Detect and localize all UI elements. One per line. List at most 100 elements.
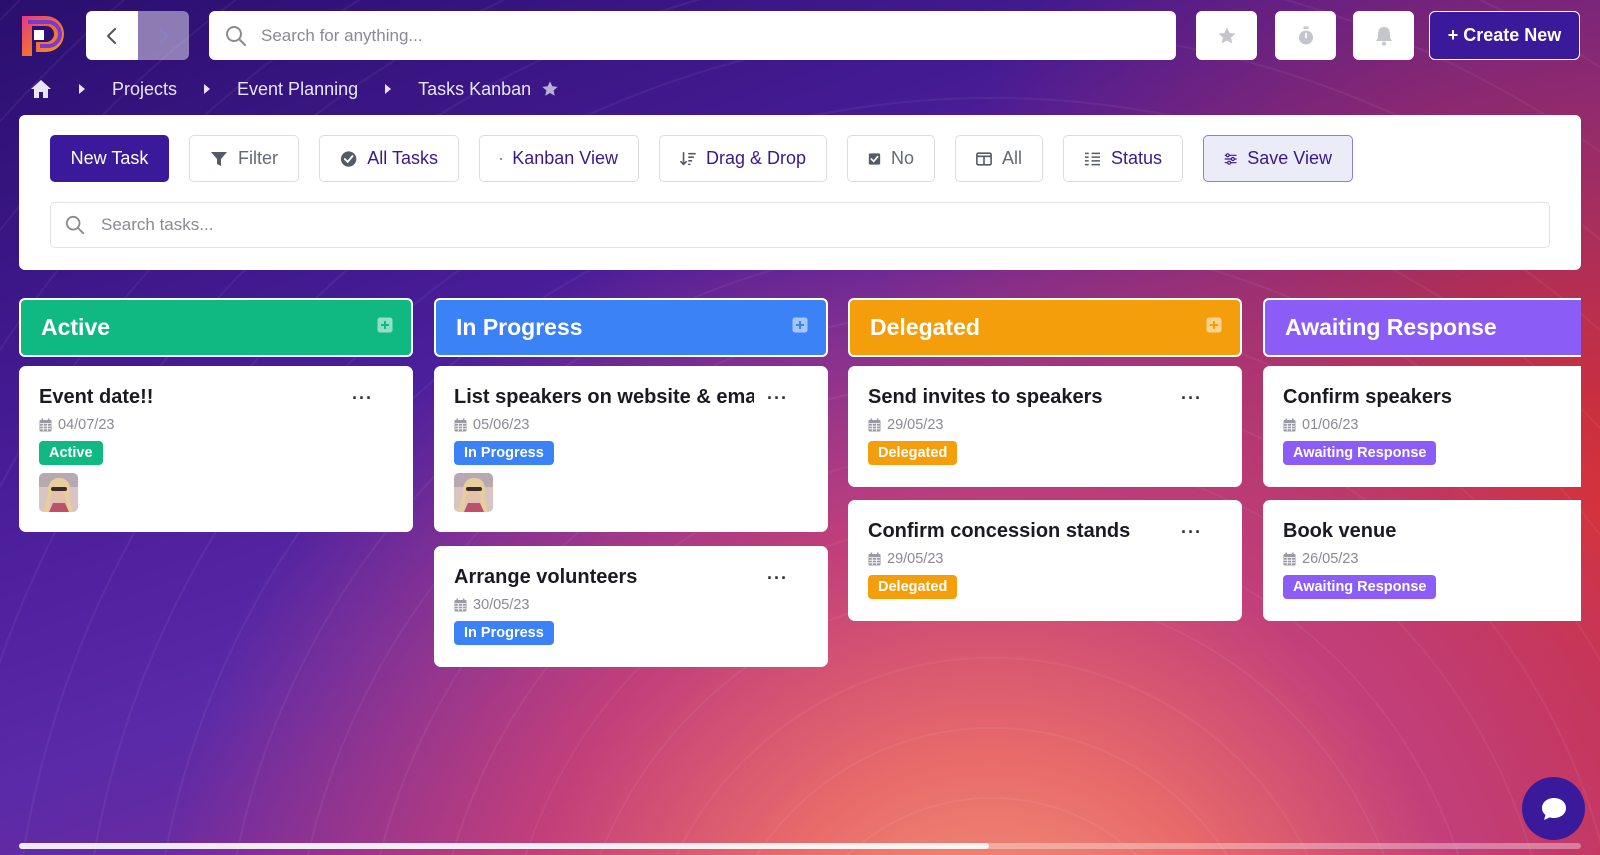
- task-date: 01/06/23: [1283, 417, 1581, 433]
- new-task-button[interactable]: New Task: [50, 135, 169, 182]
- task-date-text: 29/05/23: [887, 551, 944, 567]
- status-badge: Delegated: [868, 575, 958, 599]
- badge-row: Delegated: [868, 567, 1222, 599]
- bell-icon: [1375, 26, 1392, 45]
- no-toggle-label: No: [890, 148, 914, 168]
- checkbox-icon: [868, 152, 881, 165]
- kanban-board: Active Event date!! ··· 04/07/23 Active In Pr…: [19, 298, 1581, 818]
- kanban-view-label: Kanban View: [512, 148, 618, 168]
- save-view-label: Save View: [1247, 148, 1332, 168]
- more-options-icon[interactable]: ···: [1181, 522, 1202, 543]
- history-nav: [86, 11, 189, 60]
- breadcrumb-separator-icon: [78, 83, 86, 95]
- task-card[interactable]: Confirm speakers···01/06/23Awaiting Resp…: [1263, 366, 1581, 487]
- more-options-icon[interactable]: ···: [767, 568, 788, 589]
- task-search-input[interactable]: [101, 215, 1501, 235]
- all-columns-label: All: [1001, 148, 1022, 168]
- horizontal-scrollbar[interactable]: [19, 843, 1581, 849]
- more-options-icon[interactable]: ···: [767, 388, 788, 409]
- task-title[interactable]: List speakers on website & ema: [454, 386, 754, 409]
- drag-drop-button[interactable]: Drag & Drop: [659, 135, 827, 182]
- task-card[interactable]: Arrange volunteers ··· 30/05/23 In Progress: [434, 546, 828, 667]
- status-group-button[interactable]: Status: [1063, 135, 1183, 182]
- task-date-text: 29/05/23: [887, 417, 944, 433]
- task-search: [50, 202, 1550, 248]
- task-card[interactable]: Event date!! ··· 04/07/23 Active: [19, 366, 413, 532]
- assignee-avatar[interactable]: [454, 473, 493, 512]
- more-options-icon[interactable]: ···: [352, 388, 373, 409]
- check-badge-icon: [340, 150, 357, 167]
- status-badge: Awaiting Response: [1283, 441, 1437, 465]
- task-date: 29/05/23: [868, 417, 1222, 433]
- task-title[interactable]: Book venue: [1283, 520, 1581, 543]
- timer-button[interactable]: [1275, 11, 1336, 60]
- task-date: 05/06/23: [454, 417, 808, 433]
- kanban-view-button[interactable]: Kanban View: [479, 135, 639, 182]
- more-options-icon[interactable]: ···: [1181, 388, 1202, 409]
- star-icon: [1218, 27, 1235, 43]
- filter-label: Filter: [238, 148, 278, 168]
- chat-button[interactable]: [1522, 777, 1585, 840]
- task-title[interactable]: Confirm concession stands: [868, 520, 1168, 543]
- badge-row: Delegated: [868, 433, 1222, 465]
- task-card[interactable]: Book venue···26/05/23Awaiting Response: [1263, 500, 1581, 621]
- task-date: 04/07/23: [39, 417, 393, 433]
- all-tasks-button[interactable]: All Tasks: [319, 135, 459, 182]
- breadcrumb-projects[interactable]: Projects: [112, 79, 177, 100]
- status-badge: Delegated: [868, 441, 958, 465]
- app-logo[interactable]: [18, 12, 68, 60]
- status-badge: Active: [39, 441, 103, 465]
- notifications-button[interactable]: [1353, 11, 1414, 60]
- toolbar-panel: New Task Filter All Tasks Kanban View Dr…: [19, 115, 1581, 270]
- favorite-star-icon[interactable]: [541, 80, 559, 98]
- task-title[interactable]: Event date!!: [39, 386, 339, 409]
- search-icon: [65, 215, 85, 235]
- add-card-icon[interactable]: [792, 312, 808, 333]
- status-badge: In Progress: [454, 441, 554, 465]
- column-header: Delegated: [848, 298, 1242, 357]
- task-card[interactable]: List speakers on website & ema ··· 05/06/2…: [434, 366, 828, 532]
- task-date-text: 30/05/23: [473, 597, 530, 613]
- task-card[interactable]: Send invites to speakers ··· 29/05/23 Deleg…: [848, 366, 1242, 487]
- task-title[interactable]: Confirm speakers: [1283, 386, 1581, 409]
- task-date: 29/05/23: [868, 551, 1222, 567]
- save-view-button[interactable]: Save View: [1203, 135, 1353, 182]
- forward-button[interactable]: [137, 11, 189, 60]
- columns-icon: [976, 151, 992, 166]
- add-card-icon[interactable]: [377, 312, 393, 333]
- back-button[interactable]: [86, 11, 138, 60]
- badge-row: Awaiting Response: [1283, 433, 1581, 465]
- task-date: 26/05/23: [1283, 551, 1581, 567]
- badge-row: In Progress: [454, 613, 808, 645]
- all-columns-button[interactable]: All: [955, 135, 1043, 182]
- task-date-text: 01/06/23: [1302, 417, 1359, 433]
- breadcrumb-event-planning[interactable]: Event Planning: [237, 79, 358, 100]
- global-search: [209, 11, 1176, 60]
- calendar-icon: [39, 418, 52, 432]
- task-card[interactable]: Confirm concession stands ··· 29/05/23 Dele…: [848, 500, 1242, 621]
- task-title[interactable]: Send invites to speakers: [868, 386, 1168, 409]
- task-date-text: 26/05/23: [1302, 551, 1359, 567]
- no-toggle-button[interactable]: No: [847, 135, 935, 182]
- home-icon[interactable]: [30, 79, 52, 99]
- column-delegated: Delegated Send invites to speakers ··· 29/0…: [848, 298, 1242, 621]
- search-icon: [226, 25, 246, 46]
- create-new-button[interactable]: + Create New: [1429, 11, 1580, 60]
- add-card-icon[interactable]: [1206, 312, 1222, 333]
- new-task-label: New Task: [70, 148, 149, 168]
- breadcrumb: Projects Event Planning Tasks Kanban: [30, 76, 559, 102]
- badge-row: Awaiting Response: [1283, 567, 1581, 599]
- chat-bubble-icon: [1541, 797, 1566, 820]
- column-header: Active: [19, 298, 413, 357]
- calendar-icon: [868, 418, 881, 432]
- scrollbar-thumb[interactable]: [19, 843, 989, 849]
- assignee-avatar[interactable]: [39, 473, 78, 512]
- filter-button[interactable]: Filter: [189, 135, 299, 182]
- favorites-button[interactable]: [1196, 11, 1257, 60]
- global-search-input[interactable]: [261, 25, 1161, 46]
- status-group-label: Status: [1110, 148, 1162, 168]
- drag-drop-label: Drag & Drop: [705, 148, 806, 168]
- task-title[interactable]: Arrange volunteers: [454, 566, 754, 589]
- kanban-icon: [500, 157, 503, 160]
- badge-row: In Progress: [454, 433, 808, 465]
